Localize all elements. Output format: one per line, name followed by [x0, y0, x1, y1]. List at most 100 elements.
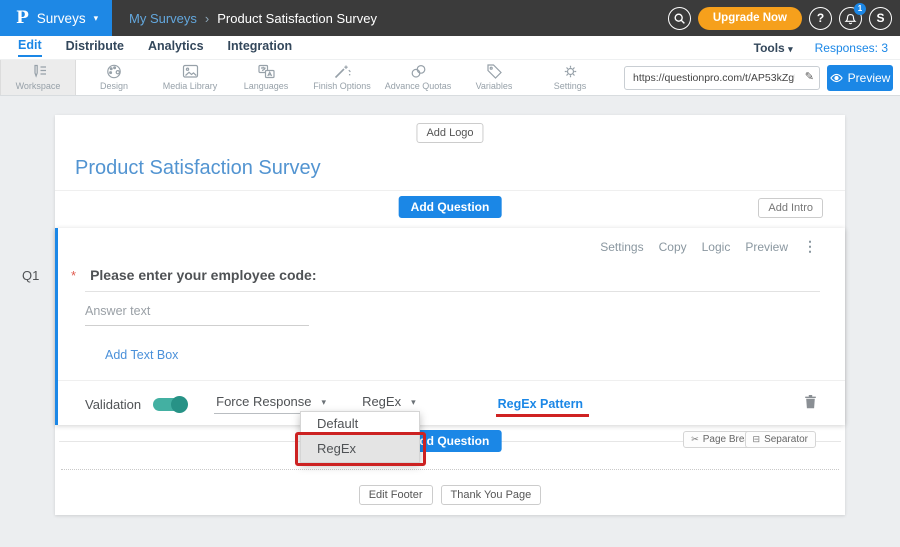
search-icon	[673, 12, 686, 25]
required-asterisk: *	[71, 268, 76, 283]
toolbar-workspace[interactable]: Workspace	[0, 60, 76, 95]
edit-url-icon[interactable]: ✎	[805, 70, 814, 83]
avatar-letter: S	[876, 11, 884, 25]
toolbar-label: Advance Quotas	[385, 81, 452, 91]
toolbar-advance-quotas[interactable]: Advance Quotas	[380, 60, 456, 95]
add-logo-button[interactable]: Add Logo	[416, 123, 483, 143]
help-button[interactable]: ?	[809, 7, 832, 30]
survey-title[interactable]: Product Satisfaction Survey	[75, 157, 321, 180]
add-text-box-link[interactable]: Add Text Box	[105, 348, 178, 362]
toolbar-label: Media Library	[163, 81, 218, 91]
help-icon: ?	[817, 11, 824, 25]
toolbar-label: Variables	[476, 81, 513, 91]
workspace-icon	[28, 64, 48, 79]
tab-distribute[interactable]: Distribute	[66, 39, 124, 56]
answer-text-field[interactable]: Answer text	[85, 304, 309, 326]
more-options-icon[interactable]: ⋮	[803, 238, 817, 255]
separator-label: Separator	[764, 434, 808, 445]
toolbar-finish-options[interactable]: Finish Options	[304, 60, 380, 95]
tag-icon	[486, 64, 503, 79]
divider	[58, 380, 845, 381]
chain-links-icon	[409, 64, 428, 79]
separator-icon: ⊟	[753, 434, 761, 445]
card-footer: Edit Footer Thank You Page	[55, 485, 845, 505]
delete-question-button[interactable]	[804, 394, 817, 414]
survey-url-wrap: ✎	[624, 66, 820, 90]
question-copy-button[interactable]: Copy	[659, 240, 687, 254]
palette-icon	[105, 64, 123, 79]
responses-count[interactable]: Responses: 3	[815, 41, 888, 55]
validation-toggle[interactable]	[153, 398, 186, 411]
trash-icon	[804, 394, 817, 409]
toolbar-languages[interactable]: Languages	[228, 60, 304, 95]
toggle-knob	[171, 396, 188, 413]
survey-url-input[interactable]	[624, 66, 820, 90]
editor-toolbar: Workspace Design Media Library Languages…	[0, 60, 900, 96]
validation-type-value: RegEx	[362, 394, 401, 409]
toolbar-design[interactable]: Design	[76, 60, 152, 95]
add-question-button-top[interactable]: Add Question	[399, 196, 502, 218]
validation-label: Validation	[85, 397, 141, 412]
breadcrumb-current-survey: Product Satisfaction Survey	[217, 11, 377, 26]
subnav-right: Tools ▾ Responses: 3	[754, 41, 888, 55]
page-break-icon: ✂	[691, 434, 699, 445]
product-switcher[interactable]: P Surveys ▾	[0, 0, 112, 36]
tools-label: Tools	[754, 41, 785, 55]
chevron-down-icon: ▾	[411, 397, 416, 408]
edit-footer-button[interactable]: Edit Footer	[359, 485, 433, 505]
notifications-button[interactable]: 1	[839, 7, 862, 30]
product-menu-label: Surveys	[37, 11, 86, 26]
survey-nav: Edit Distribute Analytics Integration To…	[0, 36, 900, 60]
account-avatar[interactable]: S	[869, 7, 892, 30]
question-logic-button[interactable]: Logic	[702, 240, 731, 254]
validation-type-dropdown: Default RegEx	[300, 411, 420, 463]
questionpro-editor: P Surveys ▾ My Surveys › Product Satisfa…	[0, 0, 900, 547]
question-settings-button[interactable]: Settings	[600, 240, 643, 254]
breadcrumb-my-surveys[interactable]: My Surveys	[129, 11, 197, 26]
add-intro-button[interactable]: Add Intro	[758, 198, 823, 218]
topbar-actions: Upgrade Now ? 1 S	[668, 0, 892, 36]
question-preview-button[interactable]: Preview	[745, 240, 788, 254]
validation-row: Validation Force Response ▾ RegEx ▾ RegE…	[85, 388, 817, 420]
translate-icon	[257, 64, 276, 79]
toolbar-label: Workspace	[16, 81, 61, 91]
regex-pattern-link[interactable]: RegEx Pattern	[498, 397, 583, 411]
toolbar-label: Design	[100, 81, 128, 91]
image-icon	[181, 64, 200, 79]
survey-card: Add Logo Product Satisfaction Survey Add…	[55, 115, 845, 515]
magic-wand-icon	[333, 64, 351, 79]
tab-analytics[interactable]: Analytics	[148, 39, 204, 56]
toolbar-variables[interactable]: Variables	[456, 60, 532, 95]
top-bar: P Surveys ▾ My Surveys › Product Satisfa…	[0, 0, 900, 36]
search-button[interactable]	[668, 7, 691, 30]
question-block-q1: Settings Copy Logic Preview ⋮ * Please e…	[55, 228, 845, 425]
toolbar-label: Settings	[554, 81, 587, 91]
toolbar-settings[interactable]: Settings	[532, 60, 608, 95]
eye-icon	[830, 73, 843, 83]
separator-button[interactable]: ⊟ Separator	[745, 431, 816, 448]
dropdown-option-default[interactable]: Default	[301, 412, 419, 435]
breadcrumb: My Surveys › Product Satisfaction Survey	[129, 11, 377, 26]
question-actions-menu: Settings Copy Logic Preview ⋮	[600, 238, 817, 255]
toolbar-label: Languages	[244, 81, 289, 91]
chevron-down-icon: ▾	[788, 44, 793, 54]
force-response-value: Force Response	[216, 394, 311, 409]
question-number-label: Q1	[22, 268, 39, 283]
dropdown-option-regex[interactable]: RegEx	[301, 435, 419, 462]
chevron-down-icon: ▾	[94, 13, 99, 24]
preview-label: Preview	[848, 71, 891, 85]
tab-edit[interactable]: Edit	[18, 38, 42, 57]
divider	[55, 190, 845, 191]
preview-button[interactable]: Preview	[827, 65, 893, 91]
gear-icon	[562, 64, 579, 79]
tools-menu[interactable]: Tools ▾	[754, 41, 793, 55]
thank-you-page-button[interactable]: Thank You Page	[441, 485, 542, 505]
question-text[interactable]: Please enter your employee code:	[90, 267, 316, 283]
toolbar-media-library[interactable]: Media Library	[152, 60, 228, 95]
dotted-divider	[61, 469, 839, 470]
breadcrumb-separator-icon: ›	[205, 11, 209, 26]
notification-badge: 1	[854, 3, 866, 15]
chevron-down-icon: ▾	[322, 397, 327, 408]
tab-integration[interactable]: Integration	[228, 39, 293, 56]
upgrade-now-button[interactable]: Upgrade Now	[698, 7, 802, 30]
